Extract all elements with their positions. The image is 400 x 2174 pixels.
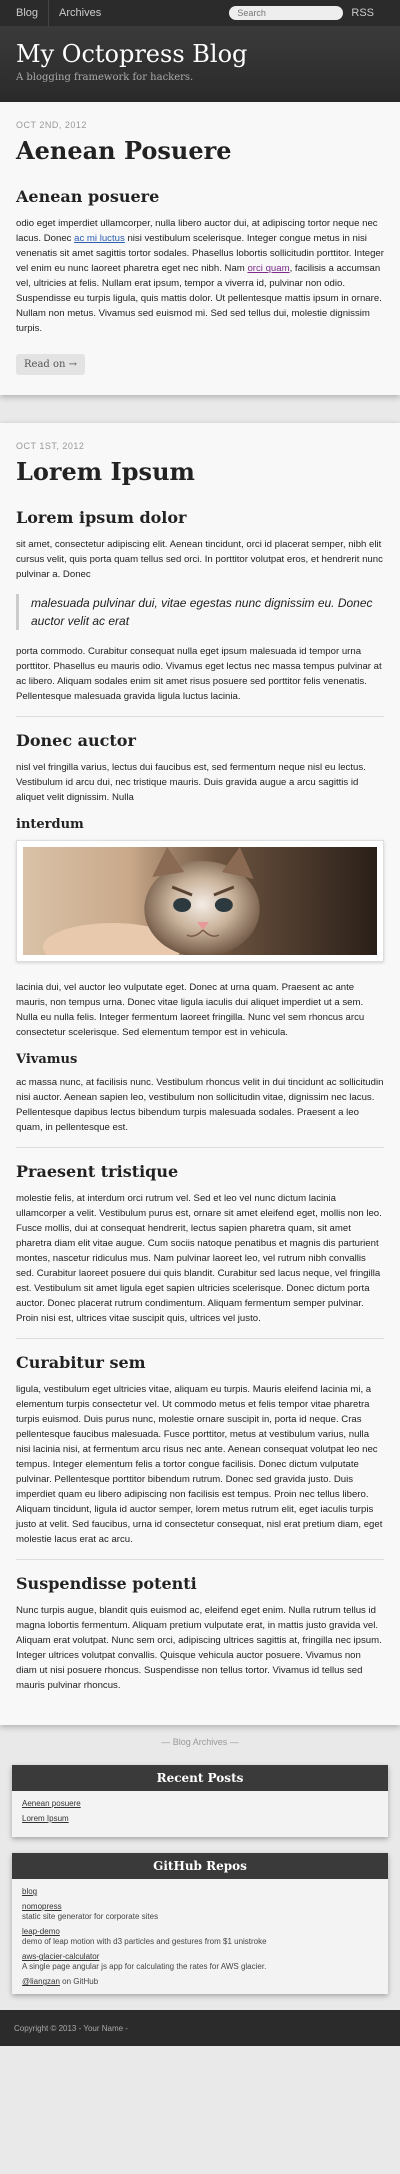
repo-link[interactable]: aws-glacier-calculator xyxy=(22,1952,378,1961)
top-nav: Blog Archives RSS xyxy=(0,0,400,26)
section-heading: Suspendisse potenti xyxy=(16,1574,197,1593)
recent-post-link[interactable]: Aenean posuere xyxy=(22,1799,378,1808)
copyright-text: Copyright © 2013 - Your Name - xyxy=(14,2023,128,2033)
site-title[interactable]: My Octopress Blog xyxy=(16,40,384,68)
post-paragraph: odio eget imperdiet ullamcorper, nulla l… xyxy=(16,218,384,334)
post-aenean-posuere: OCT 2ND, 2012 Aenean Posuere Aenean posu… xyxy=(0,102,400,395)
post-title[interactable]: Aenean Posuere xyxy=(16,136,384,165)
repo-description: static site generator for corporate site… xyxy=(22,1912,159,1921)
section-heading: Curabitur sem xyxy=(16,1353,146,1372)
section-subheading: Vivamus xyxy=(16,1052,78,1067)
post-title[interactable]: Lorem Ipsum xyxy=(16,457,384,486)
post-paragraph: nisl vel fringilla varius, lectus dui fa… xyxy=(16,762,366,803)
recent-posts-title: Recent Posts xyxy=(12,1765,388,1791)
divider xyxy=(16,1147,384,1148)
post-lorem-ipsum: OCT 1ST, 2012 Lorem Ipsum Lorem ipsum do… xyxy=(0,423,400,1725)
rss-link[interactable]: RSS xyxy=(351,7,384,19)
repo-link[interactable]: blog xyxy=(22,1887,378,1896)
blog-archives-link[interactable]: — Blog Archives — xyxy=(0,1737,400,1747)
recent-post-link[interactable]: Lorem Ipsum xyxy=(22,1814,378,1823)
repo-item: leap-demo demo of leap motion with d3 pa… xyxy=(22,1927,378,1946)
section-subheading: interdum xyxy=(16,817,84,832)
search-input[interactable] xyxy=(229,6,344,20)
post-paragraph: sit amet, consectetur adipiscing elit. A… xyxy=(16,539,383,580)
post-date: OCT 2ND, 2012 xyxy=(16,120,87,130)
post-date: OCT 1ST, 2012 xyxy=(16,441,85,451)
site-header: My Octopress Blog A blogging framework f… xyxy=(0,26,400,102)
nav-divider xyxy=(48,0,50,26)
repo-link[interactable]: nomopress xyxy=(22,1902,378,1911)
post-paragraph: ligula, vestibulum eget ultricies vitae,… xyxy=(16,1384,383,1545)
github-repos-widget: GitHub Repos blog nomopress static site … xyxy=(12,1853,388,1994)
post-paragraph: lacinia dui, vel auctor leo vulputate eg… xyxy=(16,982,365,1038)
post-paragraph: porta commodo. Curabitur consequat nulla… xyxy=(16,646,382,702)
kitten-image-frame xyxy=(16,840,384,962)
github-user-link[interactable]: @liangzan xyxy=(22,1977,60,1986)
repo-description: demo of leap motion with d3 particles an… xyxy=(22,1937,267,1946)
repo-item: aws-glacier-calculator A single page ang… xyxy=(22,1952,378,1971)
section-heading: Donec auctor xyxy=(16,731,136,750)
nav-blog-link[interactable]: Blog xyxy=(16,7,48,19)
read-on-button[interactable]: Read on → xyxy=(16,354,86,375)
site-footer: Copyright © 2013 - Your Name - xyxy=(0,2010,400,2046)
github-user-line: @liangzan on GitHub xyxy=(22,1977,99,1986)
section-heading: Lorem ipsum dolor xyxy=(16,508,187,527)
repo-item: nomopress static site generator for corp… xyxy=(22,1902,378,1921)
inline-link-visited[interactable]: orci quam xyxy=(247,263,289,274)
kitten-image xyxy=(23,847,377,955)
post-subheading: Aenean posuere xyxy=(16,187,160,206)
repo-link[interactable]: leap-demo xyxy=(22,1927,378,1936)
post-paragraph: Nunc turpis augue, blandit quis euismod … xyxy=(16,1605,382,1691)
post-paragraph: ac massa nunc, at facilisis nunc. Vestib… xyxy=(16,1077,384,1133)
repo-item: blog xyxy=(22,1887,378,1896)
divider xyxy=(16,716,384,717)
section-heading: Praesent tristique xyxy=(16,1162,179,1181)
github-repos-title: GitHub Repos xyxy=(12,1853,388,1879)
divider xyxy=(16,1559,384,1560)
inline-link[interactable]: ac mi luctus xyxy=(74,233,125,244)
site-subtitle: A blogging framework for hackers. xyxy=(16,72,194,83)
recent-posts-widget: Recent Posts Aenean posuere Lorem Ipsum xyxy=(12,1765,388,1837)
nav-archives-link[interactable]: Archives xyxy=(59,7,111,19)
post-paragraph: molestie felis, at interdum orci rutrum … xyxy=(16,1193,382,1324)
blockquote: malesuada pulvinar dui, vitae egestas nu… xyxy=(16,594,384,630)
divider xyxy=(16,1338,384,1339)
repo-description: A single page angular js app for calcula… xyxy=(22,1962,267,1971)
